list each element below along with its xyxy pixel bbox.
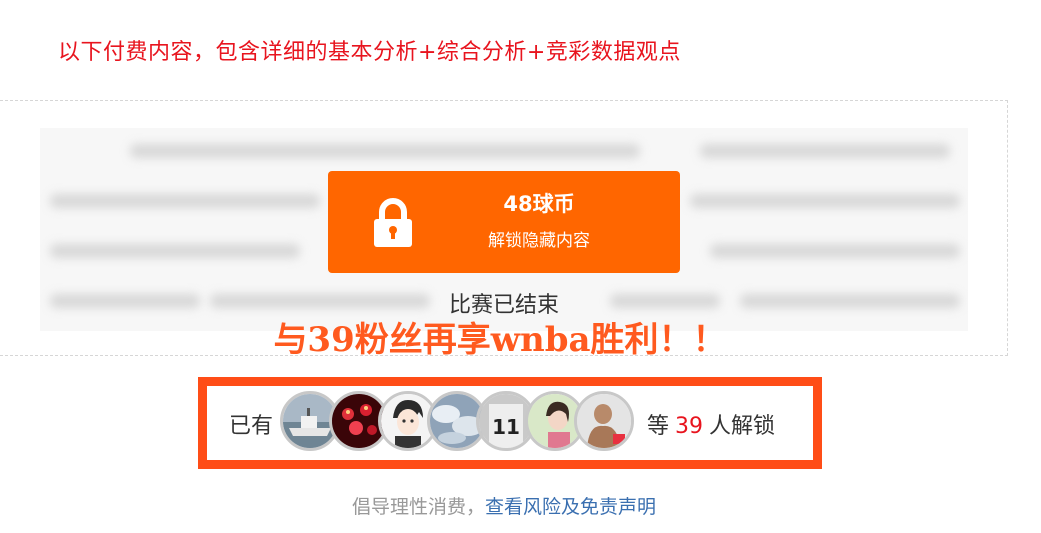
unlock-count-line: 等 39 人解锁 bbox=[647, 408, 775, 440]
promo-text: 与39粉丝再享wnba胜利！！ bbox=[273, 320, 727, 360]
avatar bbox=[574, 391, 634, 451]
disclaimer: 倡导理性消费，查看风险及免责声明 bbox=[0, 492, 1008, 519]
locked-content-panel: 48球币 解锁隐藏内容 比赛已结束 与39粉丝再享wnba胜利！！ bbox=[0, 100, 1008, 360]
disclaimer-text: 倡导理性消费， bbox=[351, 496, 485, 518]
unlockers-suffix-pre: 等 bbox=[647, 414, 670, 439]
risk-disclaimer-link[interactable]: 查看风险及免责声明 bbox=[485, 496, 656, 518]
svg-text:11: 11 bbox=[492, 415, 520, 439]
unlock-count: 39 bbox=[675, 414, 704, 439]
unlock-label: 解锁隐藏内容 bbox=[488, 231, 590, 251]
unlock-price: 48球币 bbox=[503, 192, 575, 216]
paid-content-notice: 以下付费内容，包含详细的基本分析+综合分析+竞彩数据观点 bbox=[58, 40, 681, 65]
unlockers-suffix-post: 人解锁 bbox=[709, 414, 776, 439]
unlockers-prefix: 已有 bbox=[229, 414, 274, 439]
unlock-button[interactable]: 48球币 解锁隐藏内容 bbox=[328, 171, 680, 273]
unlockers-box: 已有 11 等 39 人解锁 bbox=[198, 377, 822, 469]
